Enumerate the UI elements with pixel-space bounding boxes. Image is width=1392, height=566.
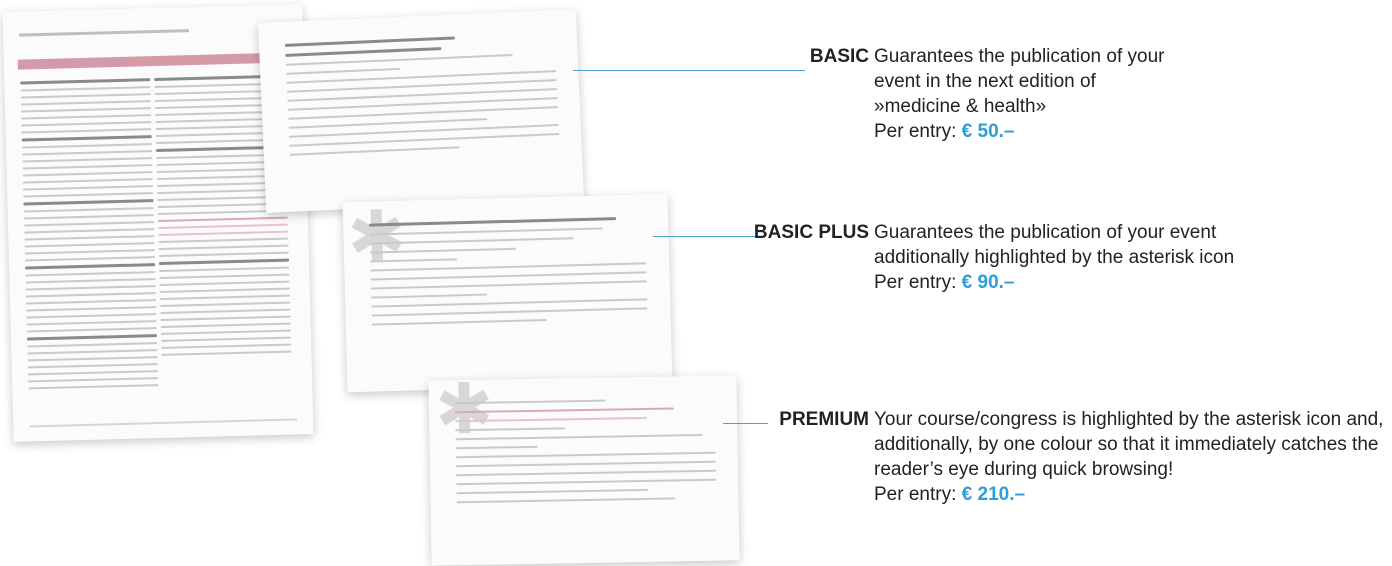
price-prefix-basic: Per entry: [874, 121, 957, 142]
tier-text-basic-plus: Guarantees the publication of your event… [874, 222, 1235, 268]
price-prefix-basic-plus: Per entry: [874, 272, 957, 293]
highlight-band [17, 52, 290, 70]
tier-description-basic-plus: Guarantees the publication of your event… [874, 220, 1269, 295]
price-basic: € 50.– [961, 121, 1015, 142]
tier-label-basic-plus: BASIC PLUS [753, 222, 869, 243]
connector-line-basic [573, 70, 805, 71]
brochure-excerpt-premium: ✱ [428, 375, 740, 566]
price-premium: € 210.– [961, 484, 1026, 505]
brochure-excerpt-basic [258, 9, 584, 213]
tier-label-premium: PREMIUM [779, 409, 869, 430]
price-prefix-premium: Per entry: [874, 484, 957, 505]
brochure-excerpt-basic-plus: ✱ [342, 193, 673, 393]
connector-line-premium [723, 423, 768, 424]
connector-line-basic-plus [653, 236, 761, 237]
tier-description-basic: Guarantees the publication of your event… [874, 44, 1174, 144]
price-basic-plus: € 90.– [961, 272, 1015, 293]
tier-text-basic: Guarantees the publication of your event… [874, 46, 1165, 117]
tier-label-basic: BASIC [809, 46, 869, 67]
tier-text-premium: Your course/congress is highlighted by t… [874, 409, 1384, 480]
tier-description-premium: Your course/congress is highlighted by t… [874, 407, 1389, 507]
